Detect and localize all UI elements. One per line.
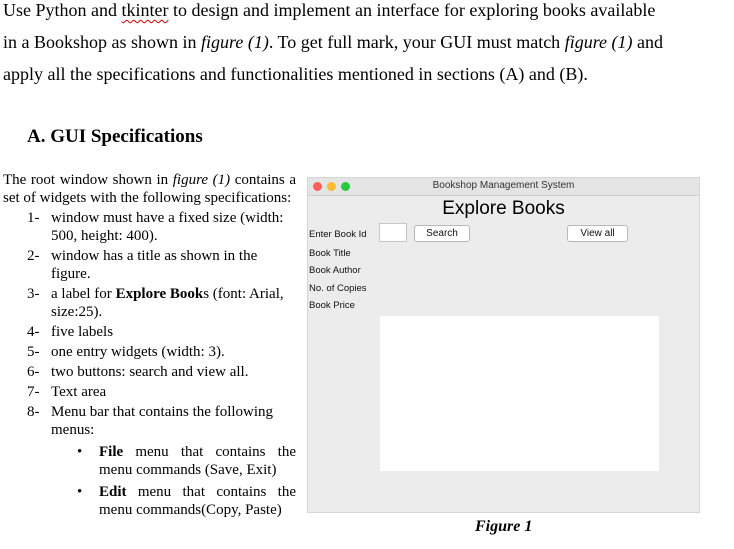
explore-books-heading: Explore Books (442, 198, 565, 219)
intro-line-1: Use Python and tkinter to design and imp… (3, 0, 728, 26)
book-id-entry[interactable] (379, 223, 407, 242)
spec-text: Text area (51, 384, 107, 400)
spec-number: 3- (27, 286, 40, 302)
menu-item: File menu that contains the menu command… (3, 443, 296, 479)
spec-number: 4- (27, 324, 40, 340)
menu-list: File menu that contains the menu command… (3, 443, 296, 519)
spec-item: 2- window has a title as shown in the fig… (3, 247, 296, 283)
spec-item: 7- Text area (3, 383, 296, 401)
spec-list: 1- window must have a fixed size (width: … (3, 209, 296, 439)
search-button[interactable]: Search (414, 225, 470, 242)
spec-text: window has a title as shown in the figur… (51, 248, 258, 282)
label-book-id: Enter Book Id (309, 229, 367, 240)
spec-text: two buttons: search and view all. (51, 364, 249, 380)
figure-ref: figure (1) (564, 32, 633, 52)
label-book-title: Book Title (309, 248, 351, 259)
figure-window: Bookshop Management System Explore Books… (307, 177, 700, 513)
spec-number: 6- (27, 364, 40, 380)
spec-text: window must have a fixed size (width: 50… (51, 210, 284, 244)
spec-column: The root window shown in figure (1) cont… (3, 171, 296, 519)
menu-item: Edit menu that contains the menu command… (3, 483, 296, 519)
intro-line-3: apply all the specifications and functio… (3, 64, 588, 84)
spec-number: 8- (27, 404, 40, 420)
spec-item: 6- two buttons: search and view all. (3, 363, 296, 381)
spec-item: 4- five labels (3, 323, 296, 341)
spec-item: 8- Menu bar that contains the following m… (3, 403, 296, 439)
intro-line-2: in a Bookshop as shown in figure (1). To… (3, 26, 728, 58)
view-all-button[interactable]: View all (567, 225, 628, 242)
intro-text: to design and implement an interface for… (168, 0, 656, 20)
spec-number: 7- (27, 384, 40, 400)
window-titlebar: Bookshop Management System (308, 178, 699, 196)
intro-text: and (632, 32, 664, 52)
spec-text: a label for Explore Books (font: Arial, … (51, 285, 296, 321)
intro-text: tkinter (121, 0, 169, 20)
label-no-of-copies: No. of Copies (309, 283, 367, 294)
spec-text: Menu bar that contains the following men… (51, 404, 274, 438)
figure-caption: Figure 1 (475, 518, 533, 535)
menu-name: Edit (99, 484, 127, 500)
spec-text: one entry widgets (width: 3). (51, 344, 225, 360)
section-title: A. GUI Specifications (27, 126, 203, 147)
spec-number: 5- (27, 344, 40, 360)
menu-name: File (99, 444, 124, 460)
menu-desc: menu that contains the menu commands (Sa… (99, 444, 296, 478)
window-title: Bookshop Management System (432, 180, 575, 191)
spec-text: five labels (51, 324, 114, 340)
text-area[interactable] (380, 316, 659, 471)
spec-item: 3- a label for Explore Books (font: Arial… (3, 285, 296, 321)
spec-description: The root window shown in figure (1) cont… (3, 171, 296, 207)
intro-text: . To get full mark, your GUI must match (268, 32, 565, 52)
figure-ref: figure (1) (172, 172, 231, 188)
spec-item: 1- window must have a fixed size (width: … (3, 209, 296, 245)
spec-text-part: a label for (51, 286, 116, 302)
menu-desc: menu that contains the menu commands(Cop… (99, 484, 296, 518)
label-book-price: Book Price (309, 300, 355, 311)
spec-number: 1- (27, 210, 40, 226)
label-book-author: Book Author (309, 265, 361, 276)
desc-text: The root window shown in (3, 172, 173, 188)
intro-text: Use Python and (3, 0, 122, 20)
spec-number: 2- (27, 248, 40, 264)
spec-item: 5- one entry widgets (width: 3). (3, 343, 296, 361)
spec-bold: Explore Book (115, 286, 204, 302)
intro-paragraph: Use Python and tkinter to design and imp… (3, 0, 728, 90)
figure-ref: figure (1) (201, 32, 269, 52)
intro-text: in a Bookshop as shown in (3, 32, 201, 52)
